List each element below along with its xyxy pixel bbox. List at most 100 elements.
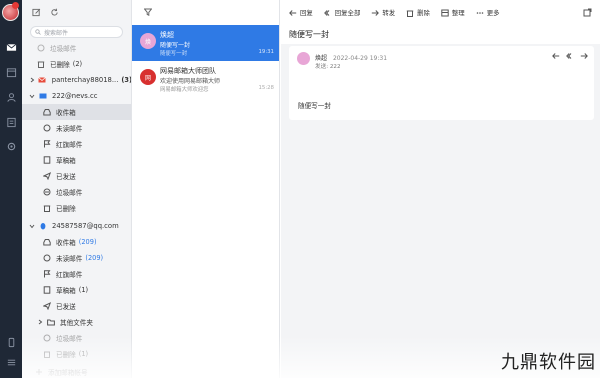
- folder-item-qq-sent[interactable]: 已发送: [22, 298, 131, 314]
- card-actions: [552, 52, 588, 60]
- reply-all-icon[interactable]: [566, 52, 574, 60]
- folder-item-qq-unread[interactable]: 未读邮件 (209): [22, 250, 131, 266]
- folder-toolbar: [22, 0, 131, 26]
- reading-pane: 回复 回复全部 转发 删除 整理 更多 随便写一封 焕超 2022-04-29 …: [281, 0, 600, 378]
- organize-button[interactable]: 整理: [441, 8, 465, 17]
- qq-penguin-icon: [38, 222, 47, 231]
- trash-icon: [406, 10, 414, 17]
- inbox-icon: [42, 108, 51, 117]
- folder-item-unread[interactable]: 未读邮件: [22, 120, 131, 136]
- unread-icon: [42, 254, 51, 263]
- mail-subject: 随便写一封: [281, 25, 600, 44]
- delete-button[interactable]: 删除: [406, 8, 430, 17]
- sender-avatar: 焕: [140, 33, 156, 49]
- folder-item-qq-deleted[interactable]: 已删除 (1): [22, 346, 131, 362]
- message-subject: 随便写一封: [160, 42, 191, 49]
- message-time: 19:31: [258, 49, 274, 55]
- folder-item-qq-spam[interactable]: 垃圾邮件: [22, 330, 131, 346]
- folder-item-qq-drafts[interactable]: 草稿箱 (1): [22, 282, 131, 298]
- list-toolbar: [132, 0, 279, 25]
- refresh-icon[interactable]: [50, 8, 59, 19]
- inbox-icon: [42, 238, 51, 247]
- folder-panel: 搜索邮件 垃圾邮件 已删除 (2) panterchay88018... (3)…: [22, 0, 132, 378]
- plus-icon: [34, 368, 43, 377]
- folder-item-drafts[interactable]: 草稿箱: [22, 152, 131, 168]
- send-icon: [42, 172, 51, 181]
- folder-item-deleted-top[interactable]: 已删除 (2): [22, 56, 131, 72]
- message-time: 15:28: [258, 85, 274, 91]
- draft-icon: [42, 286, 51, 295]
- unread-icon: [42, 124, 51, 133]
- chevron-right-icon[interactable]: [36, 318, 44, 326]
- send-icon: [42, 302, 51, 311]
- flag-icon: [42, 270, 51, 279]
- trash-icon: [42, 350, 51, 359]
- notification-badge: [12, 2, 19, 9]
- reply-all-button[interactable]: 回复全部: [323, 8, 360, 17]
- popout-icon[interactable]: [583, 8, 592, 17]
- reply-icon[interactable]: [552, 52, 560, 60]
- envelope-icon: [38, 92, 47, 101]
- message-sender: 焕超: [160, 31, 174, 39]
- watermark: 九鼎软件园: [501, 352, 596, 373]
- reply-icon: [289, 9, 297, 16]
- message-item[interactable]: 焕 焕超 随便写一封 随便写一封 19:31: [132, 25, 279, 61]
- reader-toolbar: 回复 回复全部 转发 删除 整理 更多: [281, 0, 600, 25]
- folder-item-flagged[interactable]: 红旗邮件: [22, 136, 131, 152]
- chevron-down-icon[interactable]: [28, 92, 36, 100]
- reply-all-icon: [323, 9, 330, 16]
- more-button[interactable]: 更多: [476, 8, 499, 17]
- phone-icon[interactable]: [4, 336, 18, 348]
- message-sender: 网易邮箱大师团队: [160, 67, 216, 75]
- organize-icon: [441, 9, 449, 16]
- mail-body: 随便写一封: [298, 102, 331, 110]
- add-account-button[interactable]: 添加邮箱帐号: [22, 364, 131, 378]
- folder-icon: [46, 318, 55, 327]
- draft-icon: [42, 156, 51, 165]
- folder-item-spam[interactable]: 垃圾邮件: [22, 184, 131, 200]
- search-input[interactable]: 搜索邮件: [30, 26, 123, 38]
- message-item[interactable]: 网 网易邮箱大师团队 欢迎使用网易邮箱大师 网易邮箱大师欢迎您 15:28: [132, 61, 279, 97]
- flag-icon: [42, 140, 51, 149]
- folder-item-deleted[interactable]: 已删除: [22, 200, 131, 216]
- chevron-right-icon[interactable]: [28, 76, 36, 84]
- delete-icon: [36, 60, 45, 69]
- notes-icon[interactable]: [4, 116, 18, 128]
- contacts-icon[interactable]: [4, 91, 18, 103]
- mail-date: 2022-04-29 19:31: [332, 55, 388, 62]
- search-icon: [35, 29, 41, 35]
- folder-item-inbox[interactable]: 收件箱: [22, 104, 131, 120]
- envelope-icon: [38, 76, 47, 85]
- filter-icon[interactable]: [143, 8, 153, 18]
- calendar-icon[interactable]: [4, 66, 18, 78]
- spam-icon: [42, 188, 51, 197]
- folder-item-qq-inbox[interactable]: 收件箱 (209): [22, 234, 131, 250]
- forward-icon[interactable]: [580, 52, 588, 60]
- spam-icon: [42, 334, 51, 343]
- compose-icon[interactable]: [32, 8, 41, 19]
- mail-icon[interactable]: [4, 41, 18, 53]
- sender-name[interactable]: 焕超: [315, 55, 327, 62]
- folder-item-qq-flagged[interactable]: 红旗邮件: [22, 266, 131, 282]
- spam-icon: [36, 44, 45, 53]
- app-rail: [0, 0, 22, 378]
- message-list: 焕 焕超 随便写一封 随便写一封 19:31 网 网易邮箱大师团队 欢迎使用网易…: [132, 0, 280, 378]
- forward-button[interactable]: 转发: [371, 8, 395, 17]
- folder-item-sent[interactable]: 已发送: [22, 168, 131, 184]
- message-subject: 欢迎使用网易邮箱大师: [160, 78, 221, 85]
- folder-item-qq-other[interactable]: 其他文件夹: [22, 314, 131, 330]
- reply-button[interactable]: 回复: [289, 8, 313, 17]
- account-row-panterchay[interactable]: panterchay88018... (3): [22, 72, 131, 88]
- account-row-222-nevs[interactable]: 222@nevs.cc: [22, 88, 131, 104]
- mail-card: 焕超 2022-04-29 19:31 发送: 222 随便写一封: [289, 46, 594, 120]
- settings-icon[interactable]: [4, 140, 18, 152]
- account-row-qq[interactable]: 24587587@qq.com: [22, 218, 131, 234]
- forward-icon: [372, 9, 380, 16]
- mail-recipient: 发送: 222: [315, 64, 341, 70]
- folder-item-spam-top[interactable]: 垃圾邮件: [22, 40, 131, 56]
- sender-avatar: 网: [140, 69, 156, 85]
- menu-icon[interactable]: [4, 356, 18, 368]
- search-placeholder: 搜索邮件: [44, 29, 69, 37]
- message-preview: 随便写一封: [160, 51, 187, 57]
- chevron-down-icon[interactable]: [28, 222, 36, 230]
